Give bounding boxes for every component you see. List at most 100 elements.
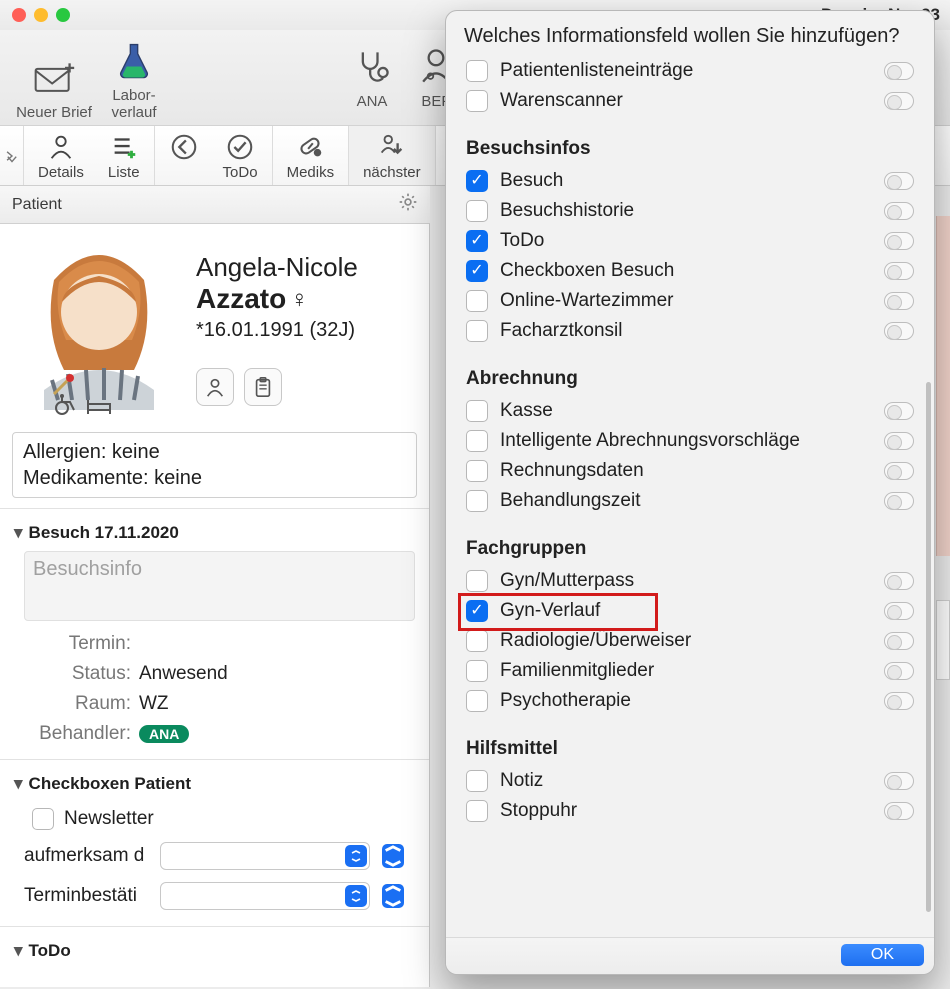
help-toggle[interactable] <box>884 662 914 680</box>
field-checkbox[interactable] <box>466 690 488 712</box>
mediks-button[interactable]: Mediks <box>275 126 347 185</box>
checkboxen-section-header[interactable]: ▾ Checkboxen Patient <box>0 759 429 802</box>
ok-button[interactable]: OK <box>841 944 924 966</box>
field-option-row[interactable]: Rechnungsdaten <box>466 456 914 486</box>
raum-value: WZ <box>139 693 169 715</box>
field-option-row[interactable]: Notiz <box>466 766 914 796</box>
patient-lastname: Azzato <box>196 283 286 314</box>
zoom-window-button[interactable] <box>56 8 70 22</box>
help-toggle[interactable] <box>884 802 914 820</box>
field-checkbox[interactable]: ✓ <box>466 170 488 192</box>
terminbest-dropdown[interactable] <box>160 882 370 910</box>
minimize-window-button[interactable] <box>34 8 48 22</box>
help-toggle[interactable] <box>884 202 914 220</box>
behandler-label: Behandler: <box>24 723 139 745</box>
help-toggle[interactable] <box>884 232 914 250</box>
field-option-row[interactable]: Behandlungszeit <box>466 486 914 516</box>
behandler-tag: ANA <box>139 725 189 743</box>
field-checkbox[interactable] <box>466 430 488 452</box>
envelope-plus-icon <box>32 53 76 103</box>
field-checkbox[interactable] <box>466 800 488 822</box>
field-group-title: Hilfsmittel <box>466 738 914 760</box>
toolbar-expand-button[interactable] <box>0 126 24 185</box>
todo-back-button[interactable]: . <box>157 126 211 185</box>
field-label: ToDo <box>500 230 884 252</box>
field-label: Checkboxen Besuch <box>500 260 884 282</box>
field-option-row[interactable]: Online-Wartezimmer <box>466 286 914 316</box>
aufmerksam-extra-button[interactable] <box>382 844 404 868</box>
help-toggle[interactable] <box>884 772 914 790</box>
help-toggle[interactable] <box>884 402 914 420</box>
field-label: Besuch <box>500 170 884 192</box>
help-toggle[interactable] <box>884 462 914 480</box>
help-toggle[interactable] <box>884 172 914 190</box>
newsletter-checkbox[interactable] <box>32 808 54 830</box>
field-checkbox[interactable] <box>466 90 488 112</box>
field-option-row[interactable]: Familienmitglieder <box>466 656 914 686</box>
visit-section-header[interactable]: ▾ Besuch 17.11.2020 <box>0 508 429 551</box>
ana-button[interactable]: ANA <box>340 40 404 113</box>
help-toggle[interactable] <box>884 432 914 450</box>
field-checkbox[interactable] <box>466 290 488 312</box>
field-option-row[interactable]: ✓ Besuch <box>466 166 914 196</box>
labor-verlauf-button[interactable]: Labor- verlauf <box>98 34 170 123</box>
field-label: Gyn/Mutterpass <box>500 570 884 592</box>
field-option-row[interactable]: ✓ ToDo <box>466 226 914 256</box>
field-option-row[interactable]: ✓Gyn-Verlauf <box>466 596 914 626</box>
field-option-row[interactable]: Warenscanner <box>466 86 914 116</box>
help-toggle[interactable] <box>884 492 914 510</box>
newsletter-label: Newsletter <box>64 808 154 830</box>
todo-label: ToDo <box>223 164 258 181</box>
nachster-button[interactable]: nächster <box>351 126 433 185</box>
todo-button[interactable]: ToDo <box>211 126 270 185</box>
field-option-row[interactable]: Gyn/Mutterpass <box>466 566 914 596</box>
terminbest-extra-button[interactable] <box>382 884 404 908</box>
details-button[interactable]: Details <box>26 126 96 185</box>
field-option-row[interactable]: Stoppuhr <box>466 796 914 826</box>
help-toggle[interactable] <box>884 322 914 340</box>
field-option-row[interactable]: ✓ Checkboxen Besuch <box>466 256 914 286</box>
gear-icon[interactable] <box>398 192 418 217</box>
field-option-row[interactable]: Psychotherapie <box>466 686 914 716</box>
close-window-button[interactable] <box>12 8 26 22</box>
allergy-meds-box[interactable]: Allergien: keine Medikamente: keine <box>12 432 417 498</box>
labor-verlauf-label: Labor- verlauf <box>111 88 156 121</box>
help-toggle[interactable] <box>884 292 914 310</box>
help-toggle[interactable] <box>884 92 914 110</box>
field-checkbox[interactable]: ✓ <box>466 260 488 282</box>
field-checkbox[interactable] <box>466 770 488 792</box>
person-detail-button[interactable] <box>196 368 234 406</box>
liste-button[interactable]: Liste <box>96 126 152 185</box>
field-option-row[interactable]: Kasse <box>466 396 914 426</box>
ana-label: ANA <box>357 94 388 111</box>
person-down-icon <box>377 132 407 162</box>
field-checkbox[interactable] <box>466 490 488 512</box>
new-letter-button[interactable]: Neuer Brief <box>10 51 98 124</box>
field-checkbox[interactable] <box>466 200 488 222</box>
field-checkbox[interactable] <box>466 460 488 482</box>
field-option-row[interactable]: Radiologie/Überweiser <box>466 626 914 656</box>
help-toggle[interactable] <box>884 602 914 620</box>
help-toggle[interactable] <box>884 572 914 590</box>
help-toggle[interactable] <box>884 62 914 80</box>
field-option-row[interactable]: Patientenlisteneinträge <box>466 56 914 86</box>
field-option-row[interactable]: Facharztkonsil <box>466 316 914 346</box>
field-checkbox[interactable] <box>466 660 488 682</box>
todo-section-header[interactable]: ▾ ToDo <box>0 926 429 969</box>
help-toggle[interactable] <box>884 632 914 650</box>
field-checkbox[interactable] <box>466 570 488 592</box>
field-checkbox[interactable] <box>466 320 488 342</box>
field-checkbox[interactable] <box>466 60 488 82</box>
clipboard-button[interactable] <box>244 368 282 406</box>
field-checkbox[interactable]: ✓ <box>466 230 488 252</box>
besuchsinfo-textarea[interactable]: Besuchsinfo <box>24 551 415 621</box>
field-option-row[interactable]: Besuchshistorie <box>466 196 914 226</box>
aufmerksam-dropdown[interactable] <box>160 842 370 870</box>
help-toggle[interactable] <box>884 262 914 280</box>
dialog-body[interactable]: PatientenlisteneinträgeWarenscanner Besuc… <box>446 56 934 937</box>
field-checkbox[interactable]: ✓ <box>466 600 488 622</box>
field-checkbox[interactable] <box>466 400 488 422</box>
field-option-row[interactable]: Intelligente Abrechnungsvorschläge <box>466 426 914 456</box>
help-toggle[interactable] <box>884 692 914 710</box>
field-checkbox[interactable] <box>466 630 488 652</box>
